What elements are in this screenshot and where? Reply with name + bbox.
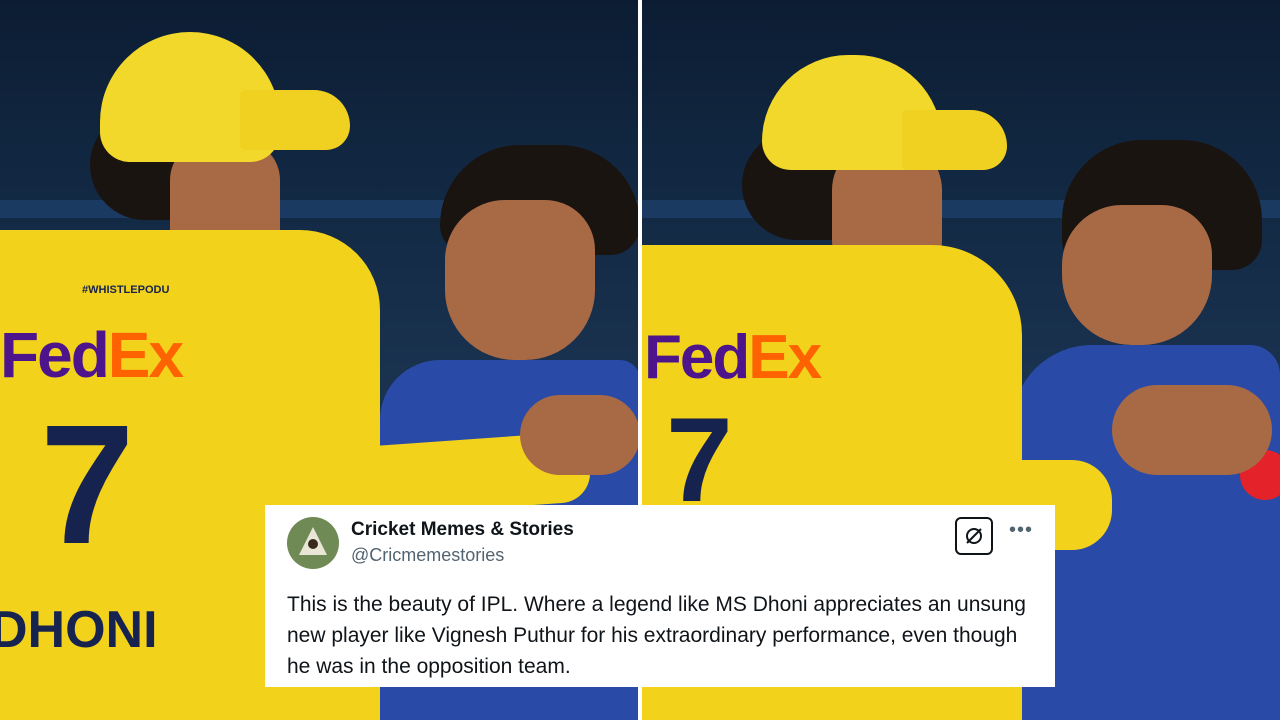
grok-icon: [966, 528, 982, 544]
player-face: [1062, 205, 1212, 345]
right-sponsor: FedEx: [644, 323, 822, 392]
dhoni-hand: [1112, 385, 1272, 475]
left-sponsor: FedEx: [0, 319, 184, 391]
tweet-card[interactable]: Cricket Memes & Stories @Cricmemestories…: [265, 505, 1055, 687]
user-handle[interactable]: @Cricmemestories: [351, 545, 504, 566]
dhoni-cap-brim: [902, 110, 1007, 170]
meme-image: FedEx 7 DHONI #WHISTLEPODU FedEx 7 Crick…: [0, 0, 1280, 720]
grok-button[interactable]: [955, 517, 993, 555]
dhoni-hand: [520, 395, 638, 475]
player-face: [445, 200, 595, 360]
avatar[interactable]: [287, 517, 339, 569]
left-jersey-number: 7: [40, 390, 135, 580]
left-jersey-name: DHONI: [0, 601, 158, 659]
tweet-text: This is the beauty of IPL. Where a legen…: [287, 593, 1026, 678]
display-name[interactable]: Cricket Memes & Stories: [351, 519, 574, 541]
dhoni-cap-brim: [240, 90, 350, 150]
more-icon[interactable]: •••: [1009, 519, 1033, 542]
avatar-emblem-dot: [308, 539, 318, 549]
left-jersey-tag: #WHISTLEPODU: [82, 284, 170, 296]
